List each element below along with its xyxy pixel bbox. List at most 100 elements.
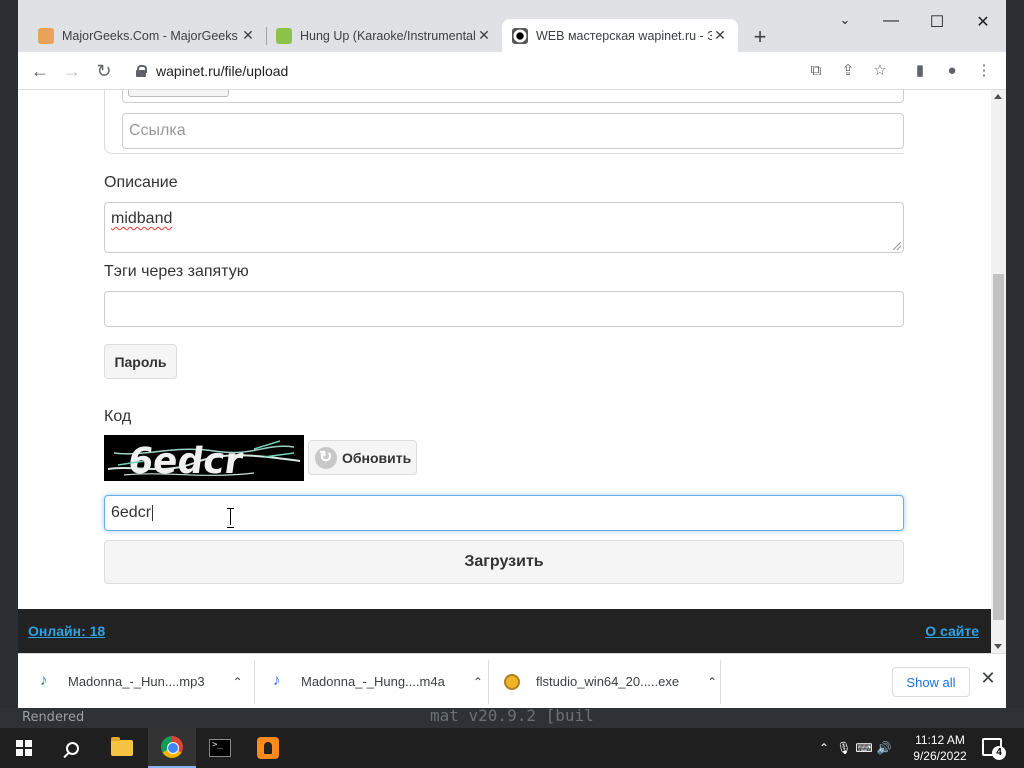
- description-textarea[interactable]: midband: [104, 202, 904, 253]
- tray-overflow-chevron-icon[interactable]: ⌃: [814, 741, 834, 755]
- translate-icon[interactable]: ⧉: [806, 61, 826, 81]
- network-icon[interactable]: ⌨: [854, 741, 874, 755]
- audio-file-icon: [40, 672, 52, 689]
- download-filename: flstudio_win64_20.....exe: [536, 674, 680, 689]
- download-bar: Madonna_-_Hun....mp3 ⌃ Madonna_-_Hung...…: [18, 653, 1006, 708]
- tab-hung-up[interactable]: Hung Up (Karaoke/Instrumental) ✕: [266, 19, 502, 52]
- windows-taskbar: >_ ⌃ 🎙 ⌨ 🔊 11:12 AM 9/26/2022: [0, 728, 1024, 768]
- tab-label: MajorGeeks.Com - MajorGeeks: [62, 28, 238, 43]
- chrome-icon: [161, 736, 183, 758]
- url-text: wapinet.ru/file/upload: [156, 63, 289, 79]
- online-count-link[interactable]: Онлайн: 18: [28, 623, 105, 639]
- download-separator: [488, 660, 489, 704]
- terminal-taskbar-button[interactable]: >_: [196, 728, 244, 768]
- download-item[interactable]: flstudio_win64_20.....exe ⌃: [504, 654, 717, 709]
- clock-date: 9/26/2022: [913, 749, 967, 763]
- chevron-up-icon[interactable]: ⌃: [707, 675, 717, 689]
- menu-kebab-icon[interactable]: ⋮: [974, 61, 994, 81]
- resize-grip-icon[interactable]: [893, 242, 901, 250]
- scroll-up-arrow-icon[interactable]: [994, 94, 1002, 99]
- share-icon[interactable]: ⇪: [838, 61, 858, 81]
- tags-label: Тэги через запятую: [104, 263, 249, 280]
- tab-strip: MajorGeeks.Com - MajorGeeks ✕ Hung Up (K…: [18, 0, 1006, 52]
- show-all-downloads-button[interactable]: Show all: [892, 667, 970, 697]
- close-tab-icon[interactable]: ✕: [712, 27, 728, 44]
- side-panel-icon[interactable]: ▮: [910, 61, 930, 81]
- taskbar-clock[interactable]: 11:12 AM 9/26/2022: [905, 732, 975, 764]
- search-icon: [65, 741, 79, 755]
- vertical-scrollbar[interactable]: [991, 90, 1006, 653]
- link-input[interactable]: Ссылка: [122, 113, 904, 149]
- refresh-captcha-button[interactable]: Обновить: [308, 440, 417, 475]
- close-tab-icon[interactable]: ✕: [476, 27, 492, 44]
- wapinet-icon: [512, 27, 528, 44]
- code-input[interactable]: 6edcr: [104, 495, 904, 531]
- lock-icon: [136, 65, 147, 77]
- tab-wapinet[interactable]: WEB мастерская wapinet.ru - За ✕: [502, 19, 738, 52]
- text-caret: [152, 505, 154, 521]
- download-item[interactable]: Madonna_-_Hung....m4a ⌃: [273, 654, 483, 709]
- refresh-label: Обновить: [342, 449, 412, 466]
- system-tray: ⌃ 🎙 ⌨ 🔊: [814, 728, 894, 768]
- captcha-drawing: 6edcr: [107, 439, 301, 481]
- scrollbar-thumb[interactable]: [993, 274, 1004, 620]
- desktop-background-left: [0, 0, 18, 728]
- page-viewport: Ссылка Описание midband Тэги через запят…: [18, 90, 1006, 653]
- chevron-up-icon[interactable]: ⌃: [473, 675, 483, 689]
- download-separator: [720, 660, 721, 704]
- reload-icon[interactable]: ↻: [92, 60, 116, 82]
- volume-icon[interactable]: 🔊: [874, 741, 894, 755]
- new-tab-icon[interactable]: +: [748, 24, 772, 50]
- refresh-icon: [315, 446, 337, 469]
- browser-window: MajorGeeks.Com - MajorGeeks ✕ Hung Up (K…: [18, 0, 1006, 708]
- background-rendered-label: Rendered: [22, 710, 85, 725]
- folder-icon: [111, 737, 133, 756]
- link-placeholder: Ссылка: [129, 122, 186, 139]
- scroll-down-arrow-icon[interactable]: [994, 644, 1002, 649]
- minimize-icon[interactable]: —: [868, 12, 914, 30]
- ibeam-cursor-icon: [227, 508, 235, 528]
- chevron-up-icon[interactable]: ⌃: [233, 675, 243, 689]
- download-item[interactable]: Madonna_-_Hun....mp3 ⌃: [40, 654, 243, 709]
- tab-majorgeeks[interactable]: MajorGeeks.Com - MajorGeeks ✕: [28, 19, 266, 52]
- maximize-icon[interactable]: ☐: [914, 12, 960, 32]
- file-explorer-button[interactable]: [98, 728, 146, 768]
- captcha-text: 6edcr: [125, 439, 245, 481]
- tab-search-chevron-icon[interactable]: ⌄: [822, 12, 868, 28]
- majorgeeks-icon: [38, 27, 54, 44]
- code-value: 6edcr: [111, 504, 152, 521]
- desktop-background-right: [1006, 0, 1024, 728]
- tab-label: Hung Up (Karaoke/Instrumental): [300, 28, 476, 43]
- back-arrow-icon[interactable]: ←: [28, 60, 52, 82]
- close-window-icon[interactable]: ✕: [960, 12, 1006, 32]
- forward-arrow-icon[interactable]: →: [60, 60, 84, 82]
- file-input-partial[interactable]: [122, 90, 904, 103]
- about-site-link[interactable]: О сайте: [925, 623, 979, 639]
- profile-avatar-icon[interactable]: ●: [942, 61, 962, 81]
- fl-studio-taskbar-button[interactable]: [244, 728, 292, 768]
- browser-toolbar: ← → ↻ wapinet.ru/file/upload ⧉ ⇪ ☆ ▮ ● ⋮: [18, 52, 1006, 90]
- address-bar[interactable]: wapinet.ru/file/upload: [126, 57, 802, 85]
- site-footer: Онлайн: 18 О сайте: [18, 609, 991, 653]
- installer-icon: [504, 673, 520, 690]
- search-button[interactable]: [48, 728, 96, 768]
- chrome-taskbar-button[interactable]: [148, 728, 196, 768]
- close-download-bar-icon[interactable]: ✕: [978, 668, 998, 689]
- description-label: Описание: [104, 174, 178, 191]
- choose-file-button-partial[interactable]: [128, 90, 229, 97]
- description-value: midband: [111, 210, 173, 227]
- upload-submit-button[interactable]: Загрузить: [104, 540, 904, 584]
- tags-input[interactable]: [104, 291, 904, 327]
- captcha-image: 6edcr: [104, 435, 304, 481]
- download-filename: Madonna_-_Hun....mp3: [68, 674, 205, 689]
- bookmark-star-icon[interactable]: ☆: [870, 61, 890, 81]
- tab-label: WEB мастерская wapinet.ru - За: [536, 28, 712, 43]
- music-note-icon: [276, 27, 292, 44]
- close-tab-icon[interactable]: ✕: [240, 27, 256, 44]
- microphone-icon[interactable]: 🎙: [834, 741, 854, 755]
- notification-count-badge: 4: [992, 746, 1006, 760]
- download-filename: Madonna_-_Hung....m4a: [301, 674, 445, 689]
- start-button[interactable]: [0, 728, 48, 768]
- audio-file-icon: [273, 672, 285, 689]
- password-button[interactable]: Пароль: [104, 344, 177, 379]
